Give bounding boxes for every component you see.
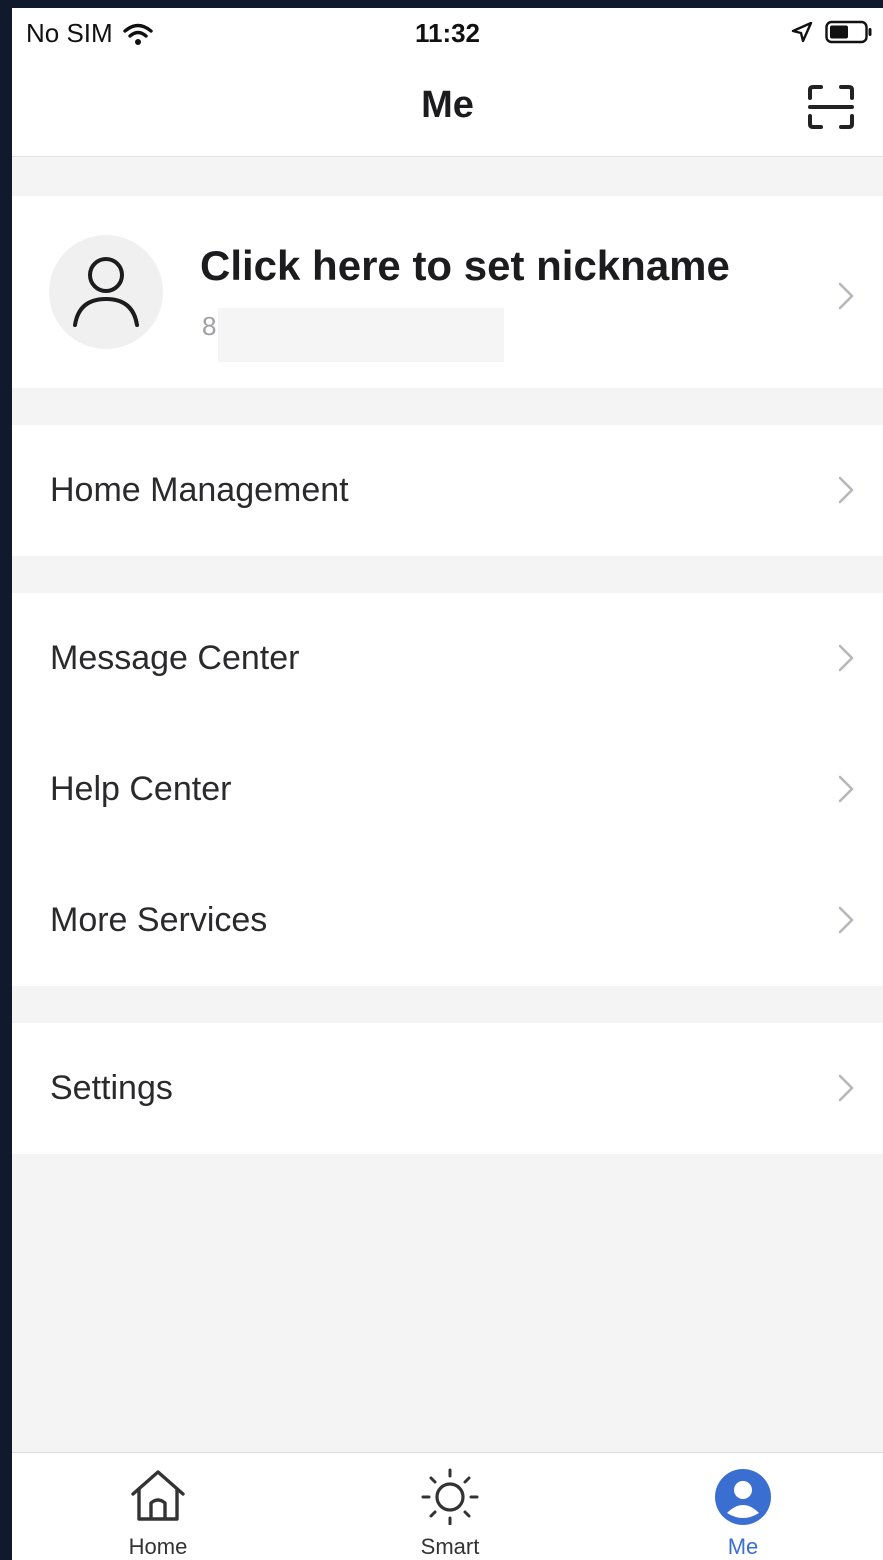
menu-item-label: Message Center xyxy=(50,639,300,677)
menu-item-help-center[interactable]: Help Center xyxy=(12,724,883,855)
home-icon xyxy=(131,1470,185,1521)
tab-bar: Home Smart Me xyxy=(12,1452,883,1560)
nickname-prompt: Click here to set nickname xyxy=(200,242,730,289)
menu-group-home: Home Management xyxy=(12,425,883,556)
sun-icon xyxy=(421,1468,479,1526)
menu-item-message-center[interactable]: Message Center xyxy=(12,593,883,724)
chevron-right-icon xyxy=(838,282,854,310)
user-avatar-icon xyxy=(73,257,139,327)
menu-item-label: Home Management xyxy=(50,471,349,509)
scan-button[interactable] xyxy=(807,84,855,130)
account-id-redaction xyxy=(218,308,504,362)
nav-header: Me xyxy=(12,58,883,157)
menu-item-label: Help Center xyxy=(50,770,232,808)
tab-label: Smart xyxy=(420,1534,480,1559)
tab-label: Home xyxy=(128,1534,188,1559)
chevron-right-icon xyxy=(838,476,854,504)
chevron-right-icon xyxy=(838,1074,854,1102)
status-bar: No SIM 11:32 xyxy=(12,8,883,58)
status-icons xyxy=(791,20,873,44)
page-title: Me xyxy=(421,84,474,126)
menu-item-home-management[interactable]: Home Management xyxy=(12,425,883,556)
chevron-right-icon xyxy=(838,644,854,672)
chevron-right-icon xyxy=(838,906,854,934)
account-id: 8 xyxy=(202,311,217,341)
profile-icon xyxy=(715,1469,771,1525)
menu-item-settings[interactable]: Settings xyxy=(12,1023,883,1154)
tab-home[interactable]: Home xyxy=(78,1467,238,1560)
phone-screen: No SIM 11:32 Me Click here to set nickna… xyxy=(12,8,883,1560)
menu-item-label: More Services xyxy=(50,901,268,939)
battery-icon xyxy=(825,20,872,44)
avatar xyxy=(49,235,163,349)
menu-group-services: Message Center Help Center More Services xyxy=(12,593,883,986)
profile-card[interactable]: Click here to set nickname 8 xyxy=(12,196,883,388)
menu-group-settings: Settings xyxy=(12,1023,883,1154)
scan-icon xyxy=(808,85,854,129)
menu-item-label: Settings xyxy=(50,1069,173,1107)
tab-me[interactable]: Me xyxy=(663,1467,823,1560)
status-time: 11:32 xyxy=(414,18,481,48)
tab-smart[interactable]: Smart xyxy=(370,1467,530,1560)
location-arrow-icon xyxy=(791,21,813,43)
tab-label: Me xyxy=(727,1534,759,1559)
menu-item-more-services[interactable]: More Services xyxy=(12,855,883,986)
chevron-right-icon xyxy=(838,775,854,803)
